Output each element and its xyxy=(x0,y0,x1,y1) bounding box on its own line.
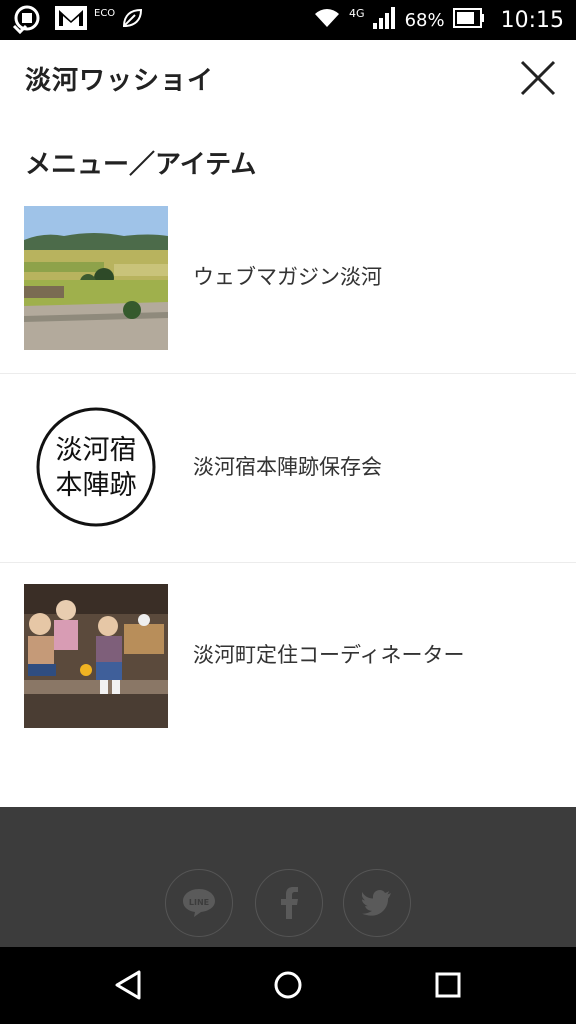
network-type: 4G xyxy=(349,6,365,20)
menu-item-web-magazine[interactable]: ウェブマガジン淡河 xyxy=(0,185,576,374)
facebook-share-button[interactable] xyxy=(255,869,323,937)
menu-list: ウェブマガジン淡河 淡河宿 本陣跡 淡河宿本陣跡保存会 淡河町定住コーディネータ… xyxy=(0,185,576,752)
home-button[interactable] xyxy=(266,965,310,1005)
facebook-icon xyxy=(281,887,298,919)
recents-button[interactable] xyxy=(426,965,470,1005)
close-button[interactable] xyxy=(518,58,558,98)
home-circle-icon xyxy=(274,971,302,999)
svg-text:LINE: LINE xyxy=(189,898,209,907)
leaf-icon xyxy=(121,7,143,33)
menu-item-label: 淡河宿本陣跡保存会 xyxy=(193,455,382,479)
footer: LINE xyxy=(0,807,576,947)
sync-icon xyxy=(10,2,48,38)
back-button[interactable] xyxy=(106,965,150,1005)
clock: 10:15 xyxy=(500,7,564,33)
status-bar: ECO 4G 68% 10:15 xyxy=(0,0,576,40)
battery-icon xyxy=(452,7,485,33)
line-share-button[interactable]: LINE xyxy=(165,869,233,937)
children-thumbnail xyxy=(24,584,168,728)
landscape-thumbnail xyxy=(24,206,168,350)
recents-square-icon xyxy=(435,972,461,998)
twitter-share-button[interactable] xyxy=(343,869,411,937)
menu-item-honjin-preservation[interactable]: 淡河宿 本陣跡 淡河宿本陣跡保存会 xyxy=(0,374,576,563)
menu-item-label: 淡河町定住コーディネーター xyxy=(193,643,465,667)
twitter-icon xyxy=(362,890,391,916)
battery-percentage: 68% xyxy=(404,9,445,31)
honjin-logo: 淡河宿 本陣跡 xyxy=(24,395,168,539)
app-header: 淡河ワッショイ xyxy=(0,40,576,120)
status-bar-notifications: ECO xyxy=(10,4,143,36)
signal-icon xyxy=(372,6,397,34)
back-triangle-icon xyxy=(115,970,141,1000)
app-title: 淡河ワッショイ xyxy=(25,66,215,96)
close-icon xyxy=(520,60,556,96)
status-bar-system: 4G 68% 10:15 xyxy=(313,0,564,40)
menu-item-settlement-coordinator[interactable]: 淡河町定住コーディネーター xyxy=(0,563,576,752)
line-icon: LINE xyxy=(183,889,215,917)
gmail-icon xyxy=(54,4,88,36)
menu-heading: メニュー／アイテム xyxy=(25,150,257,180)
eco-label: ECO xyxy=(94,7,116,19)
logo-line-1: 淡河宿 xyxy=(56,435,137,466)
system-nav-bar xyxy=(0,947,576,1024)
wifi-icon xyxy=(313,7,341,34)
logo-line-2: 本陣跡 xyxy=(56,470,137,501)
menu-item-label: ウェブマガジン淡河 xyxy=(193,265,382,289)
